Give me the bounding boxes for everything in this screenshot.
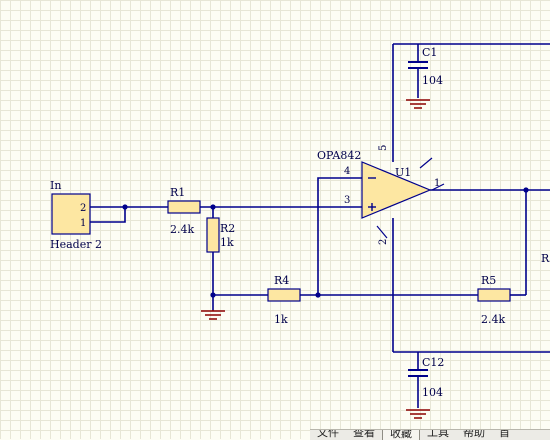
junction-dot — [315, 292, 321, 298]
c12-ref: C12 — [422, 356, 444, 369]
resistor-r5[interactable]: R5 2.4k — [477, 274, 511, 326]
menu-help[interactable]: 帮助 — [456, 430, 492, 439]
schematic-drawing: In Header 2 2 1 R1 2.4k R2 1k R4 1k R5 2… — [50, 43, 550, 419]
capacitor-c1[interactable]: C1 104 — [408, 46, 443, 98]
header-name: Header 2 — [50, 238, 102, 251]
junction-dot — [523, 187, 529, 193]
ground-symbol — [201, 310, 225, 320]
menu-file[interactable]: 文件 — [310, 430, 346, 439]
r4-ref: R4 — [274, 274, 289, 287]
junction-dot — [210, 204, 216, 210]
r1-body — [167, 200, 201, 214]
r-partial-ref: R — [541, 252, 550, 265]
r1-value: 2.4k — [170, 223, 194, 236]
pin-out: 1 — [434, 178, 440, 189]
r1-ref: R1 — [170, 186, 185, 199]
ground-symbol — [406, 409, 430, 419]
r2-value: 1k — [220, 236, 234, 249]
header-connector[interactable]: In Header 2 2 1 — [50, 179, 102, 251]
pin-noninv: 3 — [344, 195, 350, 206]
wire-inv-input — [317, 177, 362, 295]
bottom-menu-bar: 文件 查看 收藏 工具 帮助 首 — [310, 429, 550, 440]
opamp-tick — [376, 225, 388, 239]
r5-body — [477, 288, 511, 302]
pin-inv: 4 — [344, 166, 350, 177]
r4-value: 1k — [274, 313, 288, 326]
schematic-canvas[interactable]: In Header 2 2 1 R1 2.4k R2 1k R4 1k R5 2… — [0, 0, 550, 439]
pin-vplus: 5 — [378, 145, 389, 151]
opamp-u1[interactable]: OPA842 U1 4 3 1 5 2 — [317, 145, 445, 245]
r2-body — [206, 217, 220, 253]
opamp-ref: U1 — [395, 166, 411, 179]
opamp-tick — [419, 157, 433, 169]
menu-home[interactable]: 首 — [492, 430, 517, 439]
header-title: In — [50, 179, 61, 192]
c1-ref: C1 — [422, 46, 437, 59]
r5-value: 2.4k — [481, 313, 505, 326]
r2-ref: R2 — [220, 222, 235, 235]
junction-dot — [210, 292, 216, 298]
resistor-r1[interactable]: R1 2.4k — [167, 186, 201, 236]
capacitor-c12[interactable]: C12 104 — [408, 356, 444, 408]
c1-value: 104 — [422, 74, 443, 87]
resistor-r4[interactable]: R4 1k — [267, 274, 301, 326]
pin-vminus: 2 — [378, 239, 389, 245]
c12-value: 104 — [422, 386, 443, 399]
menu-favorites[interactable]: 收藏 — [382, 430, 420, 440]
r4-body — [267, 288, 301, 302]
r5-ref: R5 — [481, 274, 496, 287]
wire-connector — [90, 206, 126, 223]
header-pin-top: 2 — [80, 203, 86, 214]
junction-dot — [122, 204, 128, 210]
menu-tools[interactable]: 工具 — [420, 430, 456, 439]
header-pin-bottom: 1 — [80, 218, 86, 229]
menu-view[interactable]: 查看 — [346, 430, 382, 439]
ground-symbol — [406, 99, 430, 109]
resistor-r2[interactable]: R2 1k — [206, 217, 235, 253]
opamp-part: OPA842 — [317, 149, 361, 162]
